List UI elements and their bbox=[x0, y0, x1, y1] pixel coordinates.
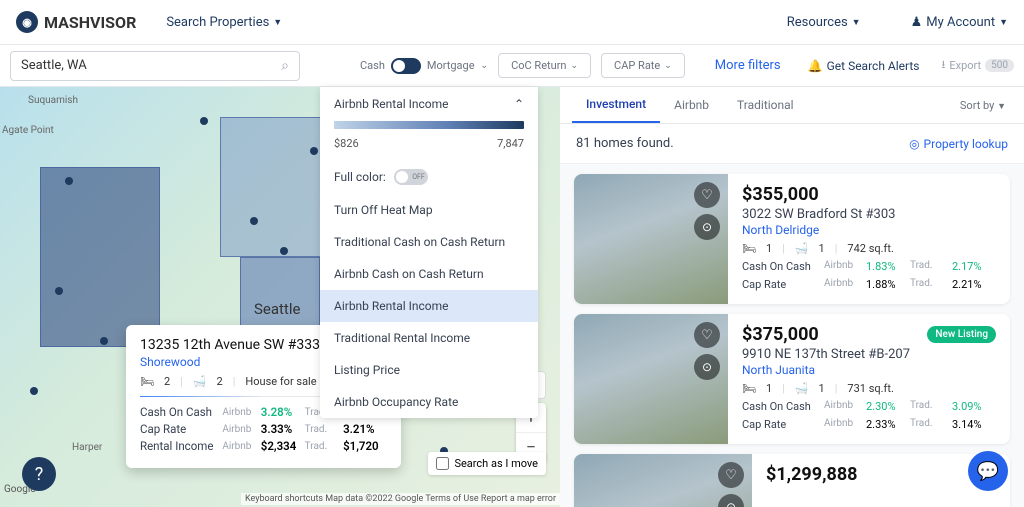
more-filters-link[interactable]: More filters bbox=[715, 58, 781, 73]
chevron-down-icon: ▼ bbox=[273, 17, 282, 28]
export-button[interactable]: ⭳Export 500 bbox=[942, 56, 1015, 75]
listings-panel: Investment Airbnb Traditional Sort by ▼ … bbox=[560, 87, 1024, 507]
favorite-button[interactable]: ♡ bbox=[718, 462, 744, 488]
bath-icon: 🛁 bbox=[795, 382, 809, 395]
logo[interactable]: ◉ MASHVISOR bbox=[16, 11, 136, 33]
heatmap-dropdown: Airbnb Rental Income⌃ $8267,847 Full col… bbox=[320, 87, 538, 418]
bath-icon: 🛁 bbox=[795, 242, 809, 255]
chevron-down-icon: ⌄ bbox=[481, 61, 489, 71]
listing-image[interactable]: ♡⊙ bbox=[574, 174, 728, 304]
listing-image[interactable]: ♡⊙ bbox=[574, 314, 728, 444]
help-button[interactable]: ? bbox=[22, 457, 56, 491]
bed-icon: 🛏 bbox=[140, 375, 154, 388]
tab-airbnb[interactable]: Airbnb bbox=[660, 88, 723, 122]
search-alerts-link[interactable]: 🔔Get Search Alerts bbox=[808, 59, 920, 73]
listing-card[interactable]: ♡⊙ $1,299,888 bbox=[574, 454, 1010, 507]
listing-price: $375,000 bbox=[742, 324, 819, 345]
sort-by-dropdown[interactable]: Sort by ▼ bbox=[960, 99, 1012, 112]
search-as-move-toggle[interactable]: Search as I move bbox=[428, 452, 546, 475]
map-attribution: Keyboard shortcuts Map data ©2022 Google… bbox=[241, 493, 560, 505]
listing-address: 9910 NE 137th Street #B-207 bbox=[742, 347, 996, 362]
heatmap-option[interactable]: Airbnb Rental Income bbox=[320, 290, 538, 322]
bed-icon: 🛏 bbox=[742, 382, 756, 395]
bell-icon: 🔔 bbox=[808, 59, 823, 73]
new-listing-badge: New Listing bbox=[927, 326, 996, 343]
heatmap-option[interactable]: Airbnb Cash on Cash Return bbox=[320, 258, 538, 290]
chevron-down-icon: ▼ bbox=[999, 17, 1008, 28]
dropdown-title: Airbnb Rental Income bbox=[334, 97, 449, 111]
download-icon: ⭳ bbox=[942, 56, 946, 75]
off-toggle[interactable]: OFF bbox=[394, 169, 428, 185]
listing-neighborhood[interactable]: North Delridge bbox=[742, 223, 996, 237]
map-city-label: Seattle bbox=[254, 300, 300, 318]
listing-card[interactable]: ♡⊙ $355,000 3022 SW Bradford St #303 Nor… bbox=[574, 174, 1010, 304]
search-icon[interactable]: ⌕ bbox=[281, 58, 289, 74]
nav-my-account[interactable]: ♟ My Account ▼ bbox=[911, 15, 1008, 30]
full-color-toggle-row[interactable]: Full color:OFF bbox=[320, 160, 538, 194]
nav-search-properties[interactable]: Search Properties ▼ bbox=[166, 15, 282, 30]
tab-traditional[interactable]: Traditional bbox=[723, 88, 808, 122]
heatmap-option[interactable]: Traditional Rental Income bbox=[320, 322, 538, 354]
bed-icon: 🛏 bbox=[742, 242, 756, 255]
map[interactable]: Seattle Suquamish Agate Point Harper Goo… bbox=[0, 87, 560, 507]
locate-button[interactable]: ⊙ bbox=[718, 494, 744, 507]
property-lookup-link[interactable]: ◎Property lookup bbox=[909, 136, 1008, 151]
listing-address: 3022 SW Bradford St #303 bbox=[742, 207, 996, 222]
heatmap-option[interactable]: Listing Price bbox=[320, 354, 538, 386]
favorite-button[interactable]: ♡ bbox=[694, 322, 720, 348]
target-icon: ◎ bbox=[909, 137, 919, 151]
location-search[interactable]: ⌕ bbox=[10, 51, 300, 81]
listing-price: $1,299,888 bbox=[766, 464, 857, 485]
heatmap-option[interactable]: Traditional Cash on Cash Return bbox=[320, 226, 538, 258]
listing-image[interactable]: ♡⊙ bbox=[574, 454, 752, 507]
range-slider[interactable] bbox=[334, 121, 524, 129]
user-icon: ♟ bbox=[911, 15, 923, 30]
chevron-up-icon[interactable]: ⌃ bbox=[514, 97, 524, 111]
listing-neighborhood[interactable]: North Juanita bbox=[742, 363, 996, 377]
listing-card[interactable]: ♡⊙ $375,000New Listing 9910 NE 137th Str… bbox=[574, 314, 1010, 444]
search-as-move-checkbox[interactable] bbox=[436, 457, 449, 470]
coc-return-filter[interactable]: CoC Return ⌄ bbox=[498, 53, 591, 78]
bath-icon: 🛁 bbox=[193, 375, 207, 388]
nav-resources[interactable]: Resources ▼ bbox=[787, 15, 861, 30]
logo-icon: ◉ bbox=[16, 11, 38, 33]
locate-button[interactable]: ⊙ bbox=[694, 354, 720, 380]
heatmap-option[interactable]: Airbnb Occupancy Rate bbox=[320, 386, 538, 418]
listing-price: $355,000 bbox=[742, 184, 819, 205]
brand-text: MASHVISOR bbox=[44, 13, 136, 32]
tab-investment[interactable]: Investment bbox=[572, 87, 660, 123]
cash-mortgage-toggle[interactable]: Cash Mortgage ⌄ bbox=[360, 58, 488, 74]
search-input[interactable] bbox=[21, 58, 281, 73]
chevron-down-icon: ▼ bbox=[852, 17, 861, 28]
results-count: 81 homes found. bbox=[576, 136, 674, 151]
locate-button[interactable]: ⊙ bbox=[694, 214, 720, 240]
favorite-button[interactable]: ♡ bbox=[694, 182, 720, 208]
cap-rate-filter[interactable]: CAP Rate ⌄ bbox=[601, 53, 685, 78]
heatmap-option[interactable]: Turn Off Heat Map bbox=[320, 194, 538, 226]
chat-button[interactable]: 💬 bbox=[968, 451, 1008, 491]
toggle-pill[interactable] bbox=[391, 58, 421, 74]
